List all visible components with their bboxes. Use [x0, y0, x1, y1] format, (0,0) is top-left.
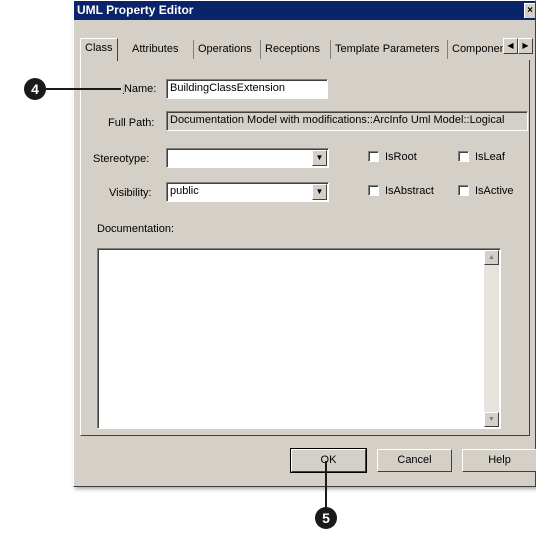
visibility-combo[interactable]: public ▼: [166, 182, 329, 202]
isroot-checkbox[interactable]: [368, 151, 379, 162]
stereotype-label: Stereotype:: [93, 153, 150, 165]
cancel-button[interactable]: Cancel: [377, 449, 452, 472]
isactive-label: IsActive: [475, 185, 514, 197]
visibility-label: Visibility:: [109, 187, 152, 199]
callout-5-leader-line: [325, 461, 327, 509]
callout-step-4: 4: [24, 78, 46, 100]
scroll-up-icon[interactable]: ▲: [484, 250, 499, 265]
stereotype-combo[interactable]: ▼: [166, 148, 329, 168]
dialog-title: UML Property Editor: [77, 3, 194, 17]
ok-button[interactable]: OK: [290, 448, 367, 473]
documentation-label: Documentation:: [97, 223, 175, 235]
documentation-scrollbar[interactable]: ▲ ▼: [484, 250, 499, 427]
tab-scroll-right-icon[interactable]: ▶: [518, 38, 533, 54]
name-field[interactable]: BuildingClassExtension: [166, 79, 328, 99]
uml-property-editor-dialog: UML Property Editor × Class Attributes O…: [73, 0, 536, 487]
isactive-checkbox[interactable]: [458, 185, 469, 196]
callout-step-5: 5: [315, 507, 337, 529]
fullpath-field: Documentation Model with modifications::…: [166, 111, 528, 131]
scroll-down-icon[interactable]: ▼: [484, 412, 499, 427]
isleaf-label: IsLeaf: [475, 151, 505, 163]
tab-attributes[interactable]: Attributes: [128, 40, 182, 59]
chevron-down-icon[interactable]: ▼: [312, 184, 327, 200]
tab-scroll-left-icon[interactable]: ◀: [503, 38, 518, 54]
isleaf-checkbox[interactable]: [458, 151, 469, 162]
chevron-down-icon[interactable]: ▼: [312, 150, 327, 166]
help-button[interactable]: Help: [462, 449, 536, 472]
visibility-value: public: [170, 185, 199, 197]
callout-4-leader-line: [45, 88, 121, 90]
tab-receptions[interactable]: Receptions: [260, 40, 324, 59]
close-icon[interactable]: ×: [524, 3, 535, 18]
isroot-label: IsRoot: [385, 151, 417, 163]
name-label-text: Name:: [123, 83, 157, 95]
tab-class[interactable]: Class: [80, 38, 118, 61]
tab-template-parameters[interactable]: Template Parameters: [330, 40, 444, 59]
documentation-textarea[interactable]: ▲ ▼: [97, 248, 501, 429]
name-label: NName:: [123, 83, 157, 95]
tab-strip: Class Attributes Operations Receptions T…: [80, 38, 533, 61]
isabstract-checkbox[interactable]: [368, 185, 379, 196]
title-bar[interactable]: UML Property Editor ×: [74, 1, 535, 20]
tab-operations[interactable]: Operations: [193, 40, 256, 59]
fullpath-label: Full Path:: [108, 117, 155, 129]
isabstract-label: IsAbstract: [385, 185, 434, 197]
